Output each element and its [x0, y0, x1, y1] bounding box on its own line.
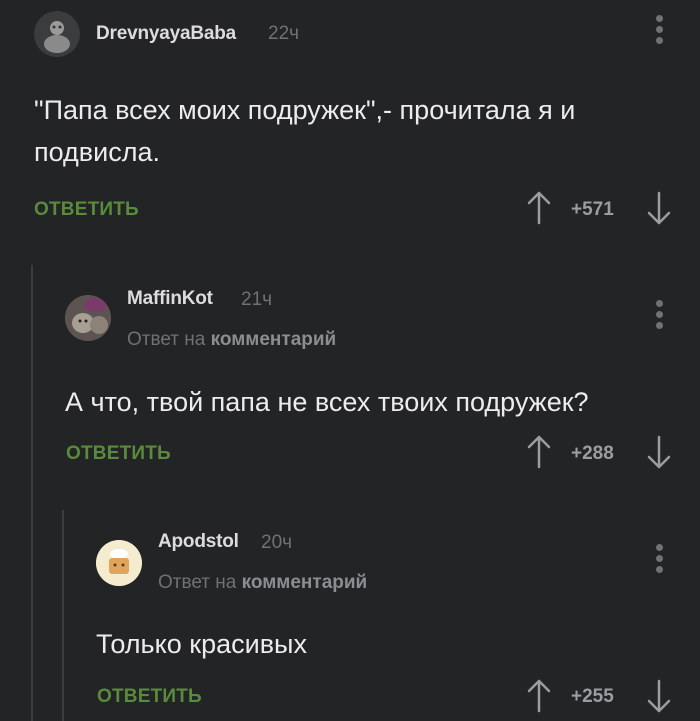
avatar[interactable]: [34, 11, 80, 57]
score: +571: [571, 199, 614, 220]
more-vertical-icon[interactable]: [654, 300, 664, 334]
reply-to-link[interactable]: комментарий: [211, 329, 337, 350]
reply-button[interactable]: ОТВЕТИТЬ: [66, 443, 171, 465]
arrow-up-icon[interactable]: [527, 679, 551, 713]
reply-to-prefix: Ответ на: [158, 572, 237, 593]
more-vertical-icon[interactable]: [654, 15, 664, 49]
avatar-image: [96, 540, 142, 586]
arrow-up-icon[interactable]: [527, 191, 551, 225]
comment-text: А что, твой папа не всех твоих подружек?: [65, 381, 685, 423]
comment-text: Только красивых: [96, 623, 676, 665]
avatar[interactable]: [65, 295, 111, 341]
reply-button[interactable]: ОТВЕТИТЬ: [34, 199, 139, 221]
arrow-up-icon[interactable]: [527, 435, 551, 469]
reply-to: Ответ на комментарий: [127, 329, 336, 351]
comment-text-line: А что, твой папа не всех твоих подружек?: [65, 387, 589, 417]
author-name[interactable]: DrevnyayaBaba: [96, 23, 236, 45]
thread-line: [62, 510, 64, 721]
score: +288: [571, 443, 614, 464]
reply-to: Ответ на комментарий: [158, 572, 367, 594]
avatar-image: [65, 295, 111, 341]
comment-text: "Папа всех моих подружек",- прочитала я …: [34, 89, 674, 173]
comment-time: 22ч: [268, 23, 300, 44]
comment-time: 21ч: [241, 289, 273, 310]
comment-text-line: "Папа всех моих подружек",- прочитала я …: [34, 95, 576, 125]
arrow-down-icon[interactable]: [647, 679, 671, 713]
arrow-down-icon[interactable]: [647, 435, 671, 469]
comment-text-line: подвисла.: [34, 137, 160, 167]
reply-to-prefix: Ответ на: [127, 329, 206, 350]
comment-text-line: Только красивых: [96, 629, 307, 659]
author-name[interactable]: Apodstol: [158, 531, 239, 553]
avatar[interactable]: [96, 540, 142, 586]
author-name[interactable]: MaffinKot: [127, 288, 213, 310]
comment-time: 20ч: [261, 532, 293, 553]
more-vertical-icon[interactable]: [654, 544, 664, 578]
arrow-down-icon[interactable]: [647, 191, 671, 225]
score: +255: [571, 686, 614, 707]
thread-line: [31, 265, 33, 721]
reply-to-link[interactable]: комментарий: [242, 572, 368, 593]
avatar-image: [34, 11, 80, 57]
reply-button[interactable]: ОТВЕТИТЬ: [97, 686, 202, 708]
